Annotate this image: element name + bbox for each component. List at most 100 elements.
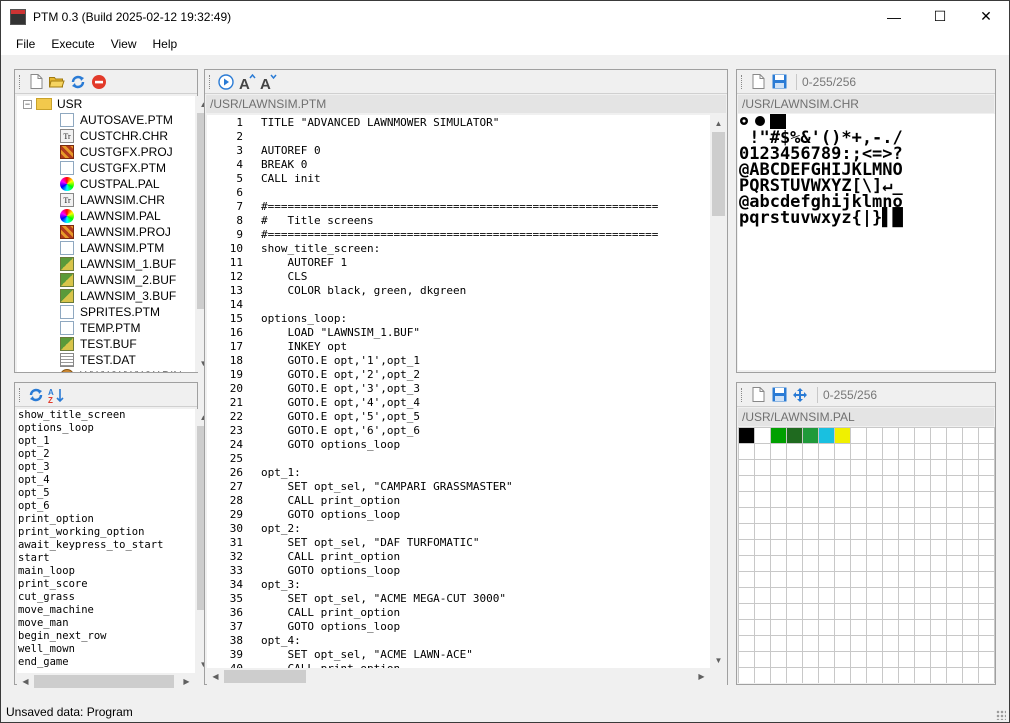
menu-file[interactable]: File <box>8 37 43 51</box>
label-list-item[interactable]: opt_6 <box>17 500 195 513</box>
refresh-icon[interactable] <box>69 73 87 91</box>
refresh-icon[interactable] <box>27 386 45 404</box>
label-list-item[interactable]: opt_3 <box>17 461 195 474</box>
code-line[interactable]: 6 <box>207 186 710 200</box>
label-list-item[interactable]: await_keypress_to_start <box>17 539 195 552</box>
tree-file-item[interactable]: LAWNSIM.PTM <box>17 240 195 256</box>
code-line[interactable]: 24 GOTO options_loop <box>207 438 710 452</box>
code-line[interactable]: 29 GOTO options_loop <box>207 508 710 522</box>
palette-swatch[interactable] <box>835 428 850 443</box>
code-line[interactable]: 27 SET opt_sel, "CAMPARI GRASSMASTER" <box>207 480 710 494</box>
code-line[interactable]: 7 #======================================… <box>207 200 710 214</box>
tree-file-item[interactable]: LAWNSIM.PAL <box>17 208 195 224</box>
code-line[interactable]: 21 GOTO.E opt,'4',opt_4 <box>207 396 710 410</box>
palette-swatch[interactable] <box>787 428 802 443</box>
label-list-item[interactable]: opt_1 <box>17 435 195 448</box>
new-file-icon[interactable] <box>749 73 767 91</box>
scroll-down-arrow-icon[interactable]: ▼ <box>710 652 727 669</box>
label-list-item[interactable]: end_game <box>17 656 195 669</box>
label-list-item[interactable]: move_man <box>17 617 195 630</box>
tree-file-item[interactable]: TEMP.PTM <box>17 320 195 336</box>
code-line[interactable]: 26 opt_1: <box>207 466 710 480</box>
code-line[interactable]: 8 # Title screens <box>207 214 710 228</box>
save-icon[interactable] <box>770 386 788 404</box>
code-line[interactable]: 12 CLS <box>207 270 710 284</box>
label-list-item[interactable]: opt_4 <box>17 474 195 487</box>
code-line[interactable]: 35 SET opt_sel, "ACME MEGA-CUT 3000" <box>207 592 710 606</box>
editor-vscrollbar[interactable]: ▲ ▼ <box>710 115 727 669</box>
menu-help[interactable]: Help <box>145 37 186 51</box>
code-line[interactable]: 5 CALL init <box>207 172 710 186</box>
tree-file-item[interactable]: TEST.DAT <box>17 352 195 368</box>
open-folder-icon[interactable] <box>48 73 66 91</box>
code-line[interactable]: 11 AUTOREF 1 <box>207 256 710 270</box>
tree-file-item[interactable]: WWWWWWW.BIN <box>17 368 195 372</box>
minimize-button[interactable]: — <box>871 1 917 32</box>
tree-folder-usr[interactable]: − USR <box>17 96 195 112</box>
code-line[interactable]: 34 opt_3: <box>207 578 710 592</box>
code-line[interactable]: 32 CALL print_option <box>207 550 710 564</box>
palette-swatch[interactable] <box>771 428 786 443</box>
tree-file-item[interactable]: LAWNSIM_2.BUF <box>17 272 195 288</box>
tree-file-item[interactable]: LAWNSIM.PROJ <box>17 224 195 240</box>
palette-swatch[interactable] <box>755 428 770 443</box>
collapse-icon[interactable]: − <box>23 99 32 109</box>
label-list-item[interactable]: move_machine <box>17 604 195 617</box>
palette-swatch[interactable] <box>739 428 754 443</box>
tree-file-item[interactable]: Tr LAWNSIM.CHR <box>17 192 195 208</box>
label-list-item[interactable]: opt_5 <box>17 487 195 500</box>
move-arrows-icon[interactable] <box>791 386 809 404</box>
scroll-thumb[interactable] <box>34 675 174 688</box>
code-line[interactable]: 20 GOTO.E opt,'3',opt_3 <box>207 382 710 396</box>
tree-file-item[interactable]: Tr CUSTCHR.CHR <box>17 128 195 144</box>
code-line[interactable]: 18 GOTO.E opt,'1',opt_1 <box>207 354 710 368</box>
code-line[interactable]: 17 INKEY opt <box>207 340 710 354</box>
tree-file-item[interactable]: LAWNSIM_1.BUF <box>17 256 195 272</box>
label-list-item[interactable]: show_title_screen <box>17 409 195 422</box>
label-list[interactable]: show_title_screen options_loop opt_1 opt_2 o… <box>17 409 195 673</box>
label-list-item[interactable]: cut_grass <box>17 591 195 604</box>
code-line[interactable]: 23 GOTO.E opt,'6',opt_6 <box>207 424 710 438</box>
scroll-thumb[interactable] <box>224 670 306 683</box>
palette-swatch[interactable] <box>819 428 834 443</box>
code-line[interactable]: 15 options_loop: <box>207 312 710 326</box>
sort-az-icon[interactable]: AZ <box>48 386 66 404</box>
palette-grid[interactable] <box>738 427 995 683</box>
code-line[interactable]: 14 <box>207 298 710 312</box>
tree-file-item[interactable]: CUSTGFX.PTM <box>17 160 195 176</box>
tree-file-item[interactable]: TEST.BUF <box>17 336 195 352</box>
label-list-item[interactable]: main_loop <box>17 565 195 578</box>
code-line[interactable]: 37 GOTO options_loop <box>207 620 710 634</box>
palette-swatch[interactable] <box>803 428 818 443</box>
label-list-item[interactable]: print_working_option <box>17 526 195 539</box>
code-line[interactable]: 30 opt_2: <box>207 522 710 536</box>
maximize-button[interactable]: ☐ <box>917 1 963 32</box>
code-line[interactable]: 38 opt_4: <box>207 634 710 648</box>
new-file-icon[interactable] <box>27 73 45 91</box>
charset-grid[interactable]: !"#$%&'()*+,-./0123456789:;<=>? @ABCDEFGH… <box>738 114 995 370</box>
tree-file-item[interactable]: CUSTPAL.PAL <box>17 176 195 192</box>
code-line[interactable]: 33 GOTO options_loop <box>207 564 710 578</box>
code-line[interactable]: 9 #======================================… <box>207 228 710 242</box>
tree-file-item[interactable]: CUSTGFX.PROJ <box>17 144 195 160</box>
label-list-hscrollbar[interactable]: ◀ ▶ <box>17 673 213 690</box>
new-file-icon[interactable] <box>749 386 767 404</box>
scroll-right-arrow-icon[interactable]: ▶ <box>693 668 710 685</box>
label-list-item[interactable]: start <box>17 552 195 565</box>
code-line[interactable]: 2 <box>207 130 710 144</box>
code-line[interactable]: 4 BREAK 0 <box>207 158 710 172</box>
scroll-left-arrow-icon[interactable]: ◀ <box>207 668 224 685</box>
save-icon[interactable] <box>770 73 788 91</box>
code-line[interactable]: 19 GOTO.E opt,'2',opt_2 <box>207 368 710 382</box>
label-list-item[interactable]: print_option <box>17 513 195 526</box>
close-button[interactable]: ✕ <box>963 1 1009 32</box>
label-list-item[interactable]: print_score <box>17 578 195 591</box>
file-tree[interactable]: − USR AUTOSAVE.PTM Tr CUSTCHR.CHR CUSTGFX.P… <box>17 96 195 372</box>
tree-file-item[interactable]: LAWNSIM_3.BUF <box>17 288 195 304</box>
code-line[interactable]: 10 show_title_screen: <box>207 242 710 256</box>
code-line[interactable]: 39 SET opt_sel, "ACME LAWN-ACE" <box>207 648 710 662</box>
scroll-up-arrow-icon[interactable]: ▲ <box>710 115 727 132</box>
label-list-item[interactable]: options_loop <box>17 422 195 435</box>
code-line[interactable]: 16 LOAD "LAWNSIM_1.BUF" <box>207 326 710 340</box>
code-line[interactable]: 31 SET opt_sel, "DAF TURFOMATIC" <box>207 536 710 550</box>
